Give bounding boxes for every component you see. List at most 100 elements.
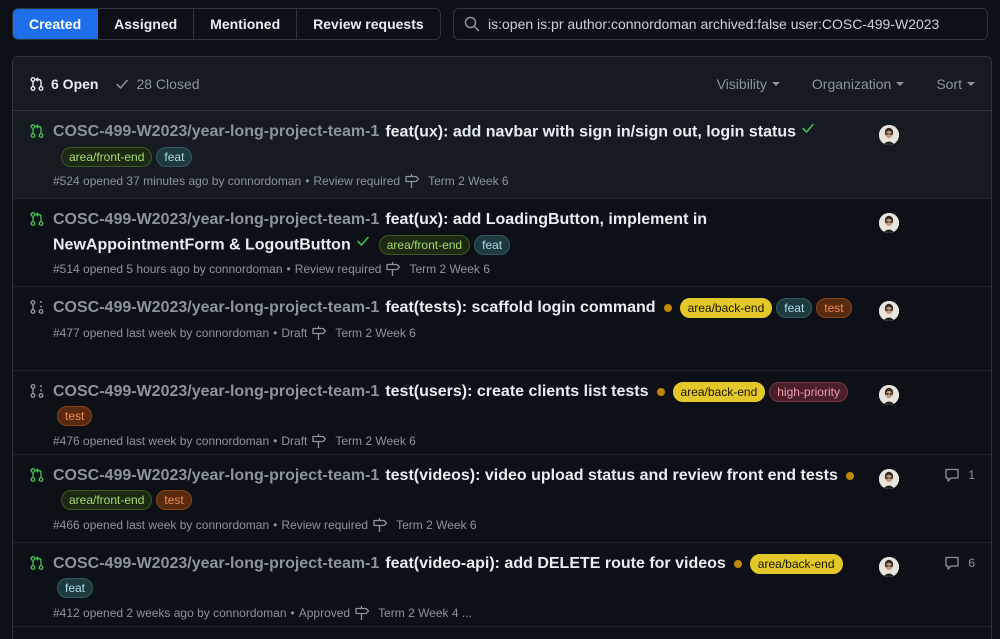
- draft-pull-request-icon: [29, 299, 45, 315]
- tab-review-requests[interactable]: Review requests: [297, 9, 440, 39]
- milestone-icon: [385, 261, 405, 277]
- avatar[interactable]: [879, 557, 899, 577]
- sort-dropdown[interactable]: Sort: [936, 76, 975, 92]
- label-badge[interactable]: area/back-end: [672, 381, 766, 402]
- pr-title-link[interactable]: test(users): create clients list tests: [385, 383, 648, 400]
- organization-label: Organization: [811, 76, 892, 92]
- table-row[interactable]: COSC-499-W2023/year-long-project-team-1 f…: [13, 199, 991, 287]
- tab-assigned[interactable]: Assigned: [98, 9, 195, 39]
- pr-title-link[interactable]: feat(tests): scaffold login command: [385, 299, 655, 316]
- check-icon: [116, 79, 129, 89]
- comment-icon: [944, 555, 964, 571]
- sort-label: Sort: [936, 76, 962, 92]
- pr-title-line: COSC-499-W2023/year-long-project-team-1 f…: [53, 552, 873, 601]
- table-row[interactable]: COSC-499-W2023/year-long-project-team-1 t…: [13, 371, 991, 455]
- avatar[interactable]: [879, 385, 899, 405]
- label-badge[interactable]: feat: [474, 234, 511, 255]
- pr-opened-info: #412 opened 2 weeks ago by connordoman: [53, 606, 287, 620]
- milestone-link[interactable]: Term 2 Week 6: [311, 433, 416, 449]
- open-pull-request-icon: [29, 123, 45, 139]
- milestone-link[interactable]: Term 2 Week 4 ...: [354, 605, 472, 621]
- review-status[interactable]: Approved: [299, 605, 350, 621]
- milestone-link[interactable]: Term 2 Week 6: [372, 517, 477, 533]
- chevron-down-icon: [771, 82, 780, 86]
- check-success-icon[interactable]: [800, 120, 816, 145]
- label-badge[interactable]: high-priority: [769, 381, 848, 402]
- review-status[interactable]: Review required: [313, 173, 400, 189]
- label-badge[interactable]: area/back-end: [679, 297, 773, 318]
- review-status[interactable]: Draft: [281, 433, 307, 449]
- draft-pull-request-icon: [29, 383, 45, 399]
- open-pull-request-icon: [29, 467, 45, 483]
- avatar[interactable]: [879, 125, 899, 145]
- label-badge[interactable]: feat: [57, 578, 94, 599]
- milestone-link[interactable]: Term 2 Week 6: [385, 261, 490, 277]
- repo-link[interactable]: COSC-499-W2023/year-long-project-team-1: [53, 383, 379, 400]
- organization-dropdown[interactable]: Organization: [811, 76, 905, 92]
- repo-link[interactable]: COSC-499-W2023/year-long-project-team-1: [53, 467, 379, 484]
- label-badge[interactable]: feat: [776, 297, 813, 318]
- status-pending-dot[interactable]: [656, 387, 665, 396]
- review-status[interactable]: Review required: [281, 517, 368, 533]
- pull-request-list: 6 Open 28 Closed Visibility Organization…: [12, 56, 992, 639]
- pr-title-link[interactable]: feat(video-api): add DELETE route for vi…: [385, 555, 725, 572]
- pr-meta: #476 opened last week by connordoman • Dra…: [53, 433, 873, 449]
- pr-title-link[interactable]: test(videos): video upload status and re…: [385, 467, 838, 484]
- pr-content: COSC-499-W2023/year-long-project-team-1 f…: [53, 552, 873, 621]
- table-row[interactable]: COSC-499-W2023/year-long-project-team-1 t…: [13, 455, 991, 543]
- milestone-icon: [354, 605, 374, 621]
- status-pending-dot[interactable]: [733, 559, 742, 568]
- label-badge[interactable]: area/front-end: [61, 490, 153, 511]
- table-row[interactable]: COSC-499-W2023/year-long-project-team-1 f…: [13, 543, 991, 627]
- pr-title-line: COSC-499-W2023/year-long-project-team-1 f…: [53, 120, 873, 169]
- review-status[interactable]: Draft: [281, 325, 307, 341]
- milestone-link[interactable]: Term 2 Week 6: [404, 173, 509, 189]
- tab-mentioned[interactable]: Mentioned: [194, 9, 298, 39]
- status-pending-dot[interactable]: [845, 471, 854, 480]
- milestone-label: Term 2 Week 4 ...: [378, 606, 472, 620]
- pr-opened-info: #514 opened 5 hours ago by connordoman: [53, 262, 283, 277]
- closed-filter[interactable]: 28 Closed: [114, 76, 200, 92]
- table-row[interactable]: COSC-499-W2023/year-long-project-team-1 f…: [13, 111, 991, 199]
- chevron-down-icon: [967, 82, 975, 86]
- list-filters: Visibility Organization Sort: [685, 57, 975, 111]
- visibility-dropdown[interactable]: Visibility: [717, 76, 780, 92]
- repo-link[interactable]: COSC-499-W2023/year-long-project-team-1: [53, 123, 379, 140]
- repo-link[interactable]: COSC-499-W2023/year-long-project-team-1: [53, 211, 379, 228]
- status-pending-dot[interactable]: [663, 303, 672, 312]
- pr-title-link[interactable]: feat(ux): add navbar with sign in/sign o…: [385, 123, 796, 140]
- comments-link[interactable]: 6: [944, 555, 975, 571]
- pr-content: COSC-499-W2023/year-long-project-team-1 f…: [53, 208, 873, 277]
- avatar[interactable]: [879, 213, 899, 233]
- avatar[interactable]: [879, 301, 899, 321]
- milestone-icon: [372, 517, 392, 533]
- table-row[interactable]: COSC-499-W2023/year-long-project-team-1 f…: [13, 287, 991, 371]
- search-box[interactable]: [453, 8, 988, 40]
- label-badge[interactable]: feat: [156, 146, 193, 167]
- label-badge[interactable]: area/front-end: [378, 234, 471, 255]
- tab-created[interactable]: Created: [13, 9, 99, 39]
- milestone-link[interactable]: Term 2 Week 6: [311, 325, 416, 341]
- avatar[interactable]: [879, 469, 899, 489]
- label-badge[interactable]: test: [57, 406, 93, 427]
- label-badge[interactable]: test: [156, 490, 192, 511]
- label-badge[interactable]: area/front-end: [61, 146, 153, 167]
- comments-link[interactable]: 1: [944, 467, 975, 483]
- repo-link[interactable]: COSC-499-W2023/year-long-project-team-1: [53, 555, 379, 572]
- separator: •: [273, 518, 278, 532]
- open-pull-request-icon: [29, 211, 45, 227]
- open-filter[interactable]: 6 Open: [29, 76, 98, 92]
- pr-content: COSC-499-W2023/year-long-project-team-1 t…: [53, 380, 873, 449]
- pr-content: COSC-499-W2023/year-long-project-team-1 f…: [53, 296, 873, 341]
- label-badge[interactable]: area/back-end: [749, 553, 843, 574]
- repo-link[interactable]: COSC-499-W2023/year-long-project-team-1: [53, 299, 379, 316]
- search-input[interactable]: [488, 16, 978, 32]
- milestone-label: Term 2 Week 6: [428, 174, 509, 189]
- comment-icon: [944, 467, 964, 483]
- check-success-icon[interactable]: [355, 233, 371, 258]
- label-badge[interactable]: test: [816, 297, 852, 318]
- separator: •: [305, 174, 310, 189]
- milestone-icon: [404, 173, 424, 189]
- review-status[interactable]: Review required: [295, 261, 382, 277]
- pr-opened-info: #477 opened last week by connordoman: [53, 325, 270, 340]
